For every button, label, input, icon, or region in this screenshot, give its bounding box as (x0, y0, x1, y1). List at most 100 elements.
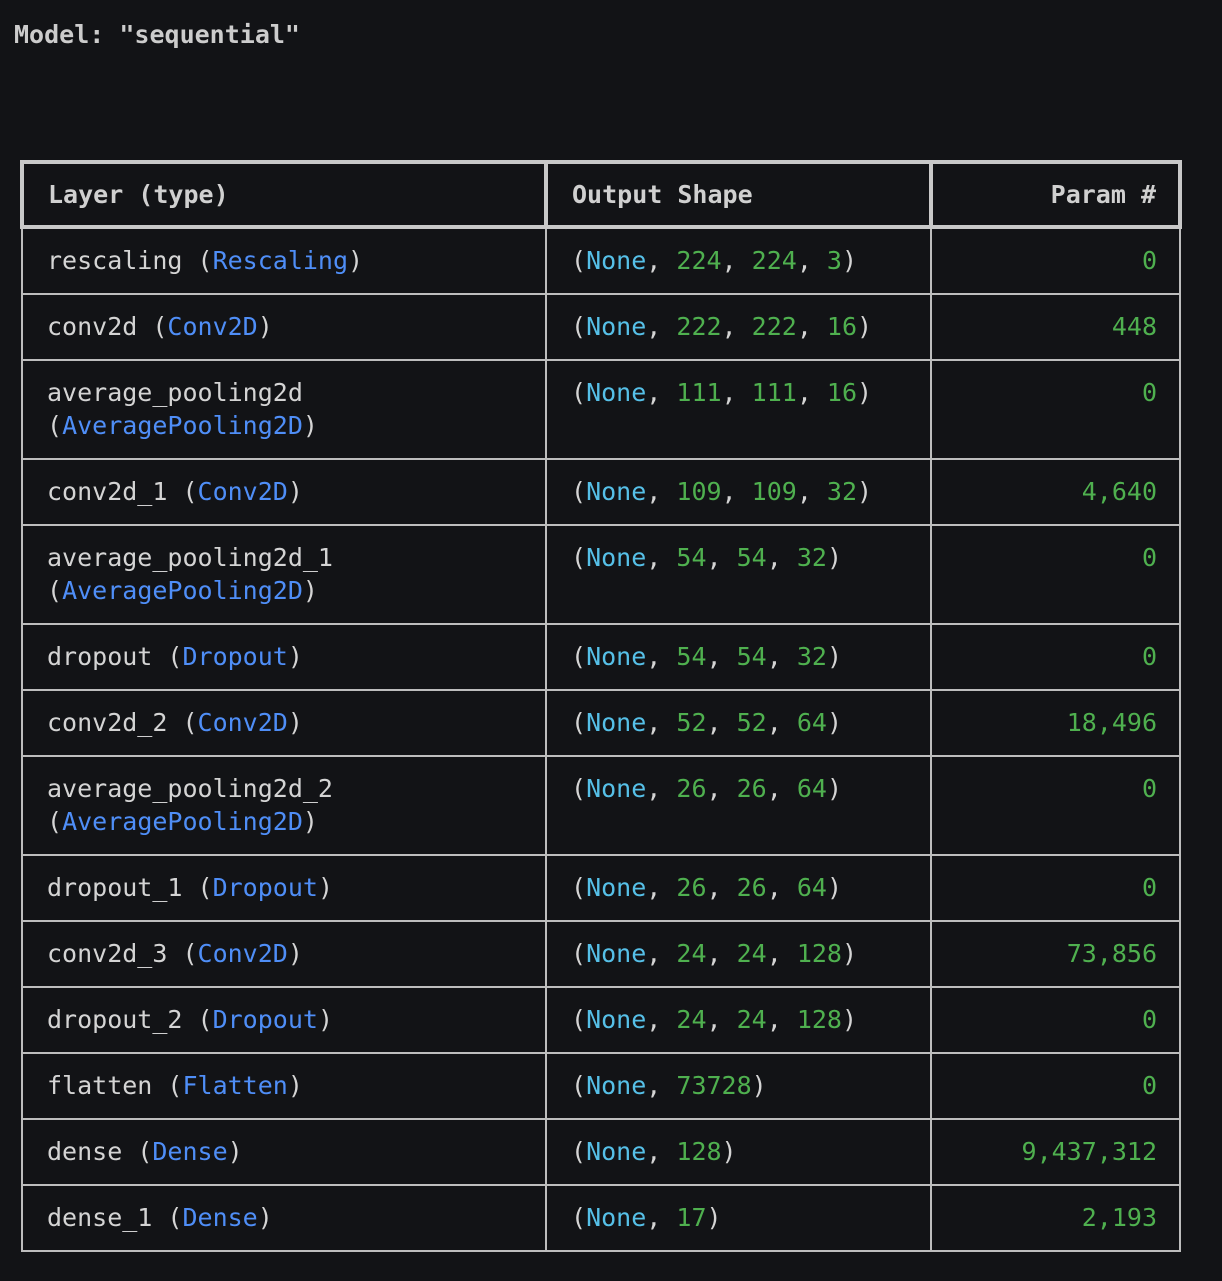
shape-dim: 24 (736, 1005, 767, 1034)
shape-dim: 54 (676, 642, 707, 671)
param-cell: 0 (930, 854, 1181, 922)
shape-none: None (586, 1203, 647, 1232)
table-row: dropout (Dropout) (None, 54, 54, 32) 0 (21, 623, 1181, 691)
param-cell: 0 (930, 755, 1181, 856)
param-cell: 9,437,312 (930, 1118, 1181, 1186)
table-row: average_pooling2d_2 (AveragePooling2D) (N… (21, 755, 1181, 856)
layer-name: average_pooling2d_2 (47, 774, 333, 803)
layer-name: conv2d_1 (47, 477, 168, 506)
shape-dim: 16 (826, 312, 858, 341)
layer-name: conv2d (47, 312, 138, 341)
param-count: 0 (1141, 873, 1157, 902)
shape-none: None (586, 939, 647, 968)
shape-dim: 26 (676, 774, 707, 803)
layer-class: Flatten (182, 1071, 288, 1100)
layer-class: Conv2D (197, 708, 288, 737)
shape-none: None (586, 246, 647, 275)
param-count: 0 (1141, 543, 1157, 572)
table-row: dropout_1 (Dropout) (None, 26, 26, 64) 0 (21, 854, 1181, 922)
table-row: flatten (Flatten) (None, 73728) 0 (21, 1052, 1181, 1120)
shape-none: None (586, 477, 647, 506)
output-shape-cell: (None, 111, 111, 16) (545, 359, 932, 460)
param-cell: 73,856 (930, 920, 1181, 988)
shape-dim: 26 (676, 873, 707, 902)
layer-class: Dropout (212, 1005, 318, 1034)
layer-name: dense (47, 1137, 123, 1166)
shape-none: None (586, 642, 647, 671)
output-shape-cell: (None, 24, 24, 128) (545, 920, 932, 988)
shape-dim: 224 (751, 246, 797, 275)
param-count: 0 (1141, 1071, 1157, 1100)
layer-class: Dense (152, 1137, 228, 1166)
table-row: dense (Dense) (None, 128) 9,437,312 (21, 1118, 1181, 1186)
layer-cell: average_pooling2d_1 (AveragePooling2D) (21, 524, 547, 625)
shape-dim: 32 (826, 477, 858, 506)
layer-class: AveragePooling2D (62, 807, 303, 836)
shape-dim: 26 (736, 774, 767, 803)
layer-cell: flatten (Flatten) (21, 1052, 547, 1120)
shape-none: None (586, 774, 647, 803)
output-shape-cell: (None, 54, 54, 32) (545, 623, 932, 691)
param-cell: 0 (930, 359, 1181, 460)
layer-cell: conv2d_3 (Conv2D) (21, 920, 547, 988)
output-shape-cell: (None, 222, 222, 16) (545, 293, 932, 361)
layer-class: Dropout (182, 642, 288, 671)
shape-dim: 109 (751, 477, 797, 506)
layer-class: Conv2D (197, 939, 288, 968)
shape-none: None (586, 1005, 647, 1034)
shape-dim: 54 (736, 543, 767, 572)
shape-none: None (586, 312, 647, 341)
param-count: 73,856 (1066, 939, 1157, 968)
shape-none: None (586, 1071, 647, 1100)
output-shape-cell: (None, 128) (545, 1118, 932, 1186)
layer-cell: dense (Dense) (21, 1118, 547, 1186)
layer-cell: dropout (Dropout) (21, 623, 547, 691)
shape-dim: 24 (736, 939, 767, 968)
param-count: 18,496 (1066, 708, 1157, 737)
shape-dim: 64 (796, 873, 827, 902)
layer-class: Rescaling (212, 246, 349, 275)
layer-name: average_pooling2d (47, 378, 303, 407)
table-row: average_pooling2d_1 (AveragePooling2D) (N… (21, 524, 1181, 625)
layer-class: Dense (182, 1203, 258, 1232)
layer-cell: conv2d_1 (Conv2D) (21, 458, 547, 526)
param-count: 0 (1141, 378, 1157, 407)
param-count: 0 (1141, 1005, 1157, 1034)
output-shape-cell: (None, 73728) (545, 1052, 932, 1120)
shape-dim: 64 (796, 774, 827, 803)
param-cell: 448 (930, 293, 1181, 361)
shape-dim: 54 (676, 543, 707, 572)
output-shape-cell: (None, 26, 26, 64) (545, 854, 932, 922)
shape-dim: 17 (676, 1203, 707, 1232)
shape-dim: 54 (736, 642, 767, 671)
table-row: rescaling (Rescaling) (None, 224, 224, 3)… (21, 226, 1181, 295)
shape-dim: 52 (676, 708, 707, 737)
shape-dim: 26 (736, 873, 767, 902)
param-count: 4,640 (1081, 477, 1157, 506)
param-count: 0 (1141, 642, 1157, 671)
shape-dim: 111 (676, 378, 722, 407)
layer-cell: rescaling (Rescaling) (21, 226, 547, 295)
shape-none: None (586, 708, 647, 737)
shape-dim: 111 (751, 378, 797, 407)
shape-none: None (586, 378, 647, 407)
shape-dim: 52 (736, 708, 767, 737)
header-output-shape: Output Shape (544, 160, 933, 229)
layer-cell: dropout_2 (Dropout) (21, 986, 547, 1054)
layer-cell: average_pooling2d_2 (AveragePooling2D) (21, 755, 547, 856)
param-count: 9,437,312 (1021, 1137, 1157, 1166)
shape-dim: 128 (796, 939, 842, 968)
param-count: 0 (1141, 774, 1157, 803)
param-count: 2,193 (1081, 1203, 1157, 1232)
output-shape-cell: (None, 24, 24, 128) (545, 986, 932, 1054)
output-shape-cell: (None, 17) (545, 1184, 932, 1252)
shape-dim: 32 (796, 642, 827, 671)
layer-cell: conv2d (Conv2D) (21, 293, 547, 361)
shape-dim: 222 (676, 312, 722, 341)
table-row: conv2d (Conv2D) (None, 222, 222, 16) 448 (21, 293, 1181, 361)
param-count: 448 (1111, 312, 1157, 341)
param-cell: 0 (930, 1052, 1181, 1120)
layer-name: rescaling (47, 246, 183, 275)
shape-dim: 73728 (676, 1071, 752, 1100)
shape-none: None (586, 543, 647, 572)
